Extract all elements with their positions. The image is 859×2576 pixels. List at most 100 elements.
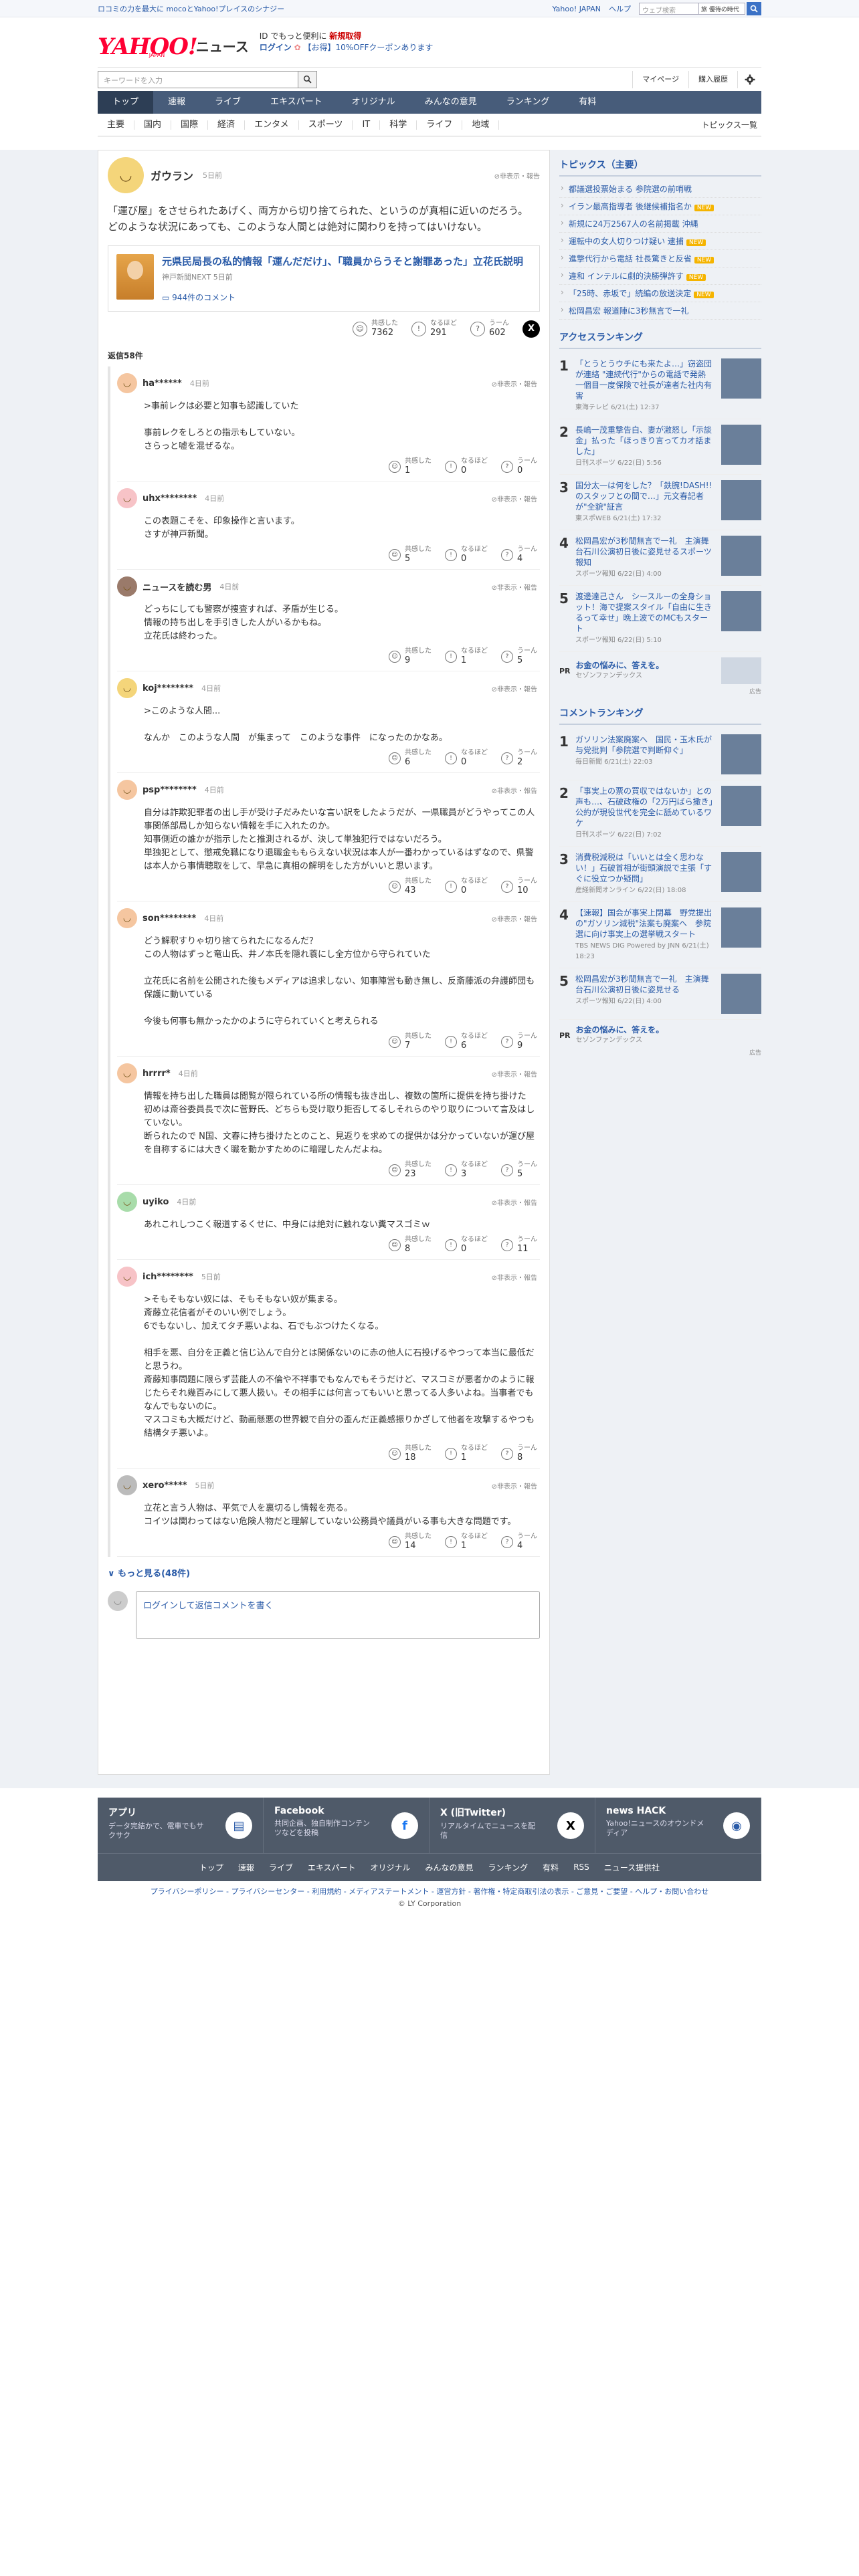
insight-button[interactable]: ! なるほど 3 <box>445 1161 488 1179</box>
nav-live[interactable]: ライブ <box>200 91 256 114</box>
article-title[interactable]: 元県民局長の私的情報「運んだだけ」、「職員からうそと謝罪あった」立花氏説明 <box>162 254 523 269</box>
footer-link[interactable]: エキスパート <box>308 1862 356 1873</box>
topic-item[interactable]: イラン最高指導者 後継候補指名かNEW <box>559 198 761 215</box>
reply-user[interactable]: uyiko <box>142 1197 169 1207</box>
insight-button[interactable]: ! なるほど 0 <box>445 877 488 895</box>
ranking-item[interactable]: 3 消費税減税は「いいとは全く思わない！」石破首相が街頭演説で主張「すぐに役立つか… <box>559 847 761 902</box>
hmm-button[interactable]: ? うーん 4 <box>501 1533 537 1551</box>
footer-app-1[interactable]: Facebook 共同企画、独自制作コンテンツなどを投稿 f <box>264 1798 430 1853</box>
ad-info[interactable]: 広告 <box>559 687 761 695</box>
ranking-item[interactable]: 2 長嶋一茂重撃告白、妻が激怒し「示談金」払った「ほっきり言ってカオ話ました」 日刊… <box>559 419 761 475</box>
footer-link[interactable]: みんなの意見 <box>425 1862 474 1873</box>
ad-info[interactable]: 広告 <box>559 1048 761 1057</box>
mypage-link[interactable]: マイページ <box>632 70 688 88</box>
topics-all-link[interactable]: トピックス一覧 <box>701 119 761 130</box>
web-search-input[interactable]: ウェブ検索 <box>639 3 699 15</box>
empathy-button[interactable]: ☺ 共感した 8 <box>389 1236 432 1254</box>
report-link[interactable]: ⊘非表示・報告 <box>492 379 537 389</box>
footer-link[interactable]: 有料 <box>543 1862 559 1873</box>
nav-opinions[interactable]: みんなの意見 <box>410 91 492 114</box>
empathy-button[interactable]: ☺ 共感した 23 <box>389 1161 432 1179</box>
ranking-item[interactable]: 1 「とうとうウチにも来たよ…」窃盗団が連絡 "連続代行"からの電話で発熱 一個目… <box>559 353 761 419</box>
topic-item[interactable]: 新規に24万2567人の名前掲載 沖縄 <box>559 215 761 233</box>
reply-user[interactable]: xero***** <box>142 1481 187 1491</box>
login-link[interactable]: ログイン <box>260 43 292 52</box>
ranking-item[interactable]: 5 渡邊達己さん シースルーの全身ショット！海で提案スタイル「自由に生きるって幸せ… <box>559 586 761 652</box>
topic-item[interactable]: 松岡昌宏 報道陣に3秒無言で一礼 <box>559 302 761 320</box>
insight-button[interactable]: ! なるほど 1 <box>445 1444 488 1463</box>
report-link[interactable]: ⊘非表示・報告 <box>492 785 537 795</box>
cat-it[interactable]: IT <box>353 120 381 130</box>
report-link[interactable]: ⊘非表示・報告 <box>492 494 537 504</box>
report-link[interactable]: ⊘非表示・報告 <box>492 1069 537 1079</box>
help-link[interactable]: ヘルプ <box>609 3 631 14</box>
topic-item[interactable]: 運転中の女人切りつけ疑い 逮捕NEW <box>559 233 761 250</box>
reply-user[interactable]: ha****** <box>142 379 182 389</box>
yahoo-news-logo[interactable]: YAHOO! JAPAN ニュース <box>98 27 249 58</box>
hmm-button[interactable]: ? うーん 4 <box>501 546 537 564</box>
nav-paid[interactable]: 有料 <box>564 91 611 114</box>
hmm-button[interactable]: ? うーん 0 <box>501 457 537 475</box>
cat-local[interactable]: 地域 <box>462 120 500 130</box>
report-link[interactable]: ⊘非表示・報告 <box>492 1272 537 1282</box>
empathy-button[interactable]: ☺ 共感した 9 <box>389 647 432 665</box>
web-search-suggest[interactable]: 旅 優待の時代 <box>698 3 745 15</box>
cat-main[interactable]: 主要 <box>98 120 135 130</box>
empathy-button[interactable]: ☺ 共感した 6 <box>389 749 432 767</box>
cat-life[interactable]: ライフ <box>417 120 463 130</box>
hmm-button[interactable]: ? うーん 5 <box>501 647 537 665</box>
empathy-button[interactable]: ☺ 共感した 18 <box>389 1444 432 1463</box>
footer-app-3[interactable]: news HACK Yahoo!ニュースのオウンドメディア ◉ <box>595 1798 761 1853</box>
cat-sports[interactable]: スポーツ <box>299 120 353 130</box>
hmm-button[interactable]: ? うーん 602 <box>470 320 509 338</box>
cat-science[interactable]: 科学 <box>380 120 417 130</box>
ranking-item[interactable]: 4 【速報】国会が事実上閉幕 野党提出の"ガソリン減税"法案も廃案へ 参院選に向け… <box>559 902 761 968</box>
signup-link[interactable]: 新規取得 <box>329 31 361 41</box>
empathy-button[interactable]: ☺ 共感した 7362 <box>353 320 398 338</box>
hmm-button[interactable]: ? うーん 11 <box>501 1236 537 1254</box>
hmm-button[interactable]: ? うーん 8 <box>501 1444 537 1463</box>
search-button[interactable] <box>298 70 317 88</box>
topic-item[interactable]: 違和 インテルに劇的決勝弾許すNEW <box>559 267 761 285</box>
footer-link[interactable]: ニュース提供社 <box>604 1862 660 1873</box>
report-link[interactable]: ⊘非表示・報告 <box>492 1197 537 1207</box>
pr-ad[interactable]: PR お金の悩みに、答えを。 セゾンファンデックス <box>559 652 761 689</box>
footer-link[interactable]: 速報 <box>238 1862 254 1873</box>
report-link[interactable]: ⊘非表示・報告 <box>492 683 537 693</box>
footer-app-2[interactable]: X (旧Twitter) リアルタイムでニュースを配信 X <box>430 1798 595 1853</box>
reply-user[interactable]: psp******** <box>142 785 197 795</box>
reply-user[interactable]: ich******** <box>142 1272 193 1282</box>
nav-top[interactable]: トップ <box>98 91 154 114</box>
insight-button[interactable]: ! なるほど 0 <box>445 457 488 475</box>
cat-international[interactable]: 国際 <box>171 120 209 130</box>
reply-user[interactable]: hrrrr* <box>142 1069 171 1079</box>
topic-item[interactable]: 「25時、赤坂で」続編の放送決定NEW <box>559 285 761 302</box>
insight-button[interactable]: ! なるほど 1 <box>445 647 488 665</box>
reply-user[interactable]: uhx******** <box>142 494 197 504</box>
reply-input[interactable]: ログインして返信コメントを書く <box>136 1591 540 1639</box>
empathy-button[interactable]: ☺ 共感した 1 <box>389 457 432 475</box>
footer-app-0[interactable]: アプリ データ完結かで、電車でもサクサク ▤ <box>98 1798 264 1853</box>
ranking-item[interactable]: 4 松岡昌宏が3秒間無言で一礼 主演舞台石川公演初日後に姿見せるスポーツ報知 スポー… <box>559 530 761 586</box>
nav-expert[interactable]: エキスパート <box>256 91 337 114</box>
promo-link[interactable]: ロコミの力を最大に mocoとYahoo!プレイスのシナジー <box>98 3 284 14</box>
hmm-button[interactable]: ? うーん 5 <box>501 1161 537 1179</box>
footer-link[interactable]: ライブ <box>269 1862 293 1873</box>
policy-links[interactable]: プライバシーポリシー - プライバシーセンター - 利用規約 - メディアステー… <box>98 1886 761 1897</box>
footer-link[interactable]: トップ <box>199 1862 223 1873</box>
insight-button[interactable]: ! なるほど 0 <box>445 749 488 767</box>
ranking-item[interactable]: 1 ガソリン法案廃案へ 国民・玉木氏が与党批判「参院選で判断仰ぐ」 毎日新聞 6/2… <box>559 729 761 780</box>
report-link[interactable]: ⊘非表示・報告 <box>492 914 537 924</box>
insight-button[interactable]: ! なるほど 6 <box>445 1033 488 1051</box>
coupon-link[interactable]: 【お得】10%OFFクーポンあります <box>304 43 434 52</box>
article-comments-link[interactable]: ▭ 944件のコメント <box>162 292 523 303</box>
hmm-button[interactable]: ? うーん 9 <box>501 1033 537 1051</box>
empathy-button[interactable]: ☺ 共感した 14 <box>389 1533 432 1551</box>
empathy-button[interactable]: ☺ 共感した 7 <box>389 1033 432 1051</box>
nav-ranking[interactable]: ランキング <box>492 91 565 114</box>
ranking-item[interactable]: 5 松岡昌宏が3秒間無言で一礼 主演舞台石川公演初日後に姿見せる スポーツ報知 6/… <box>559 968 761 1020</box>
topic-item[interactable]: 都議選投票始まる 参院選の前哨戦 <box>559 181 761 198</box>
cat-domestic[interactable]: 国内 <box>134 120 172 130</box>
empathy-button[interactable]: ☺ 共感した 5 <box>389 546 432 564</box>
purchase-history-link[interactable]: 購入履歴 <box>688 70 737 88</box>
